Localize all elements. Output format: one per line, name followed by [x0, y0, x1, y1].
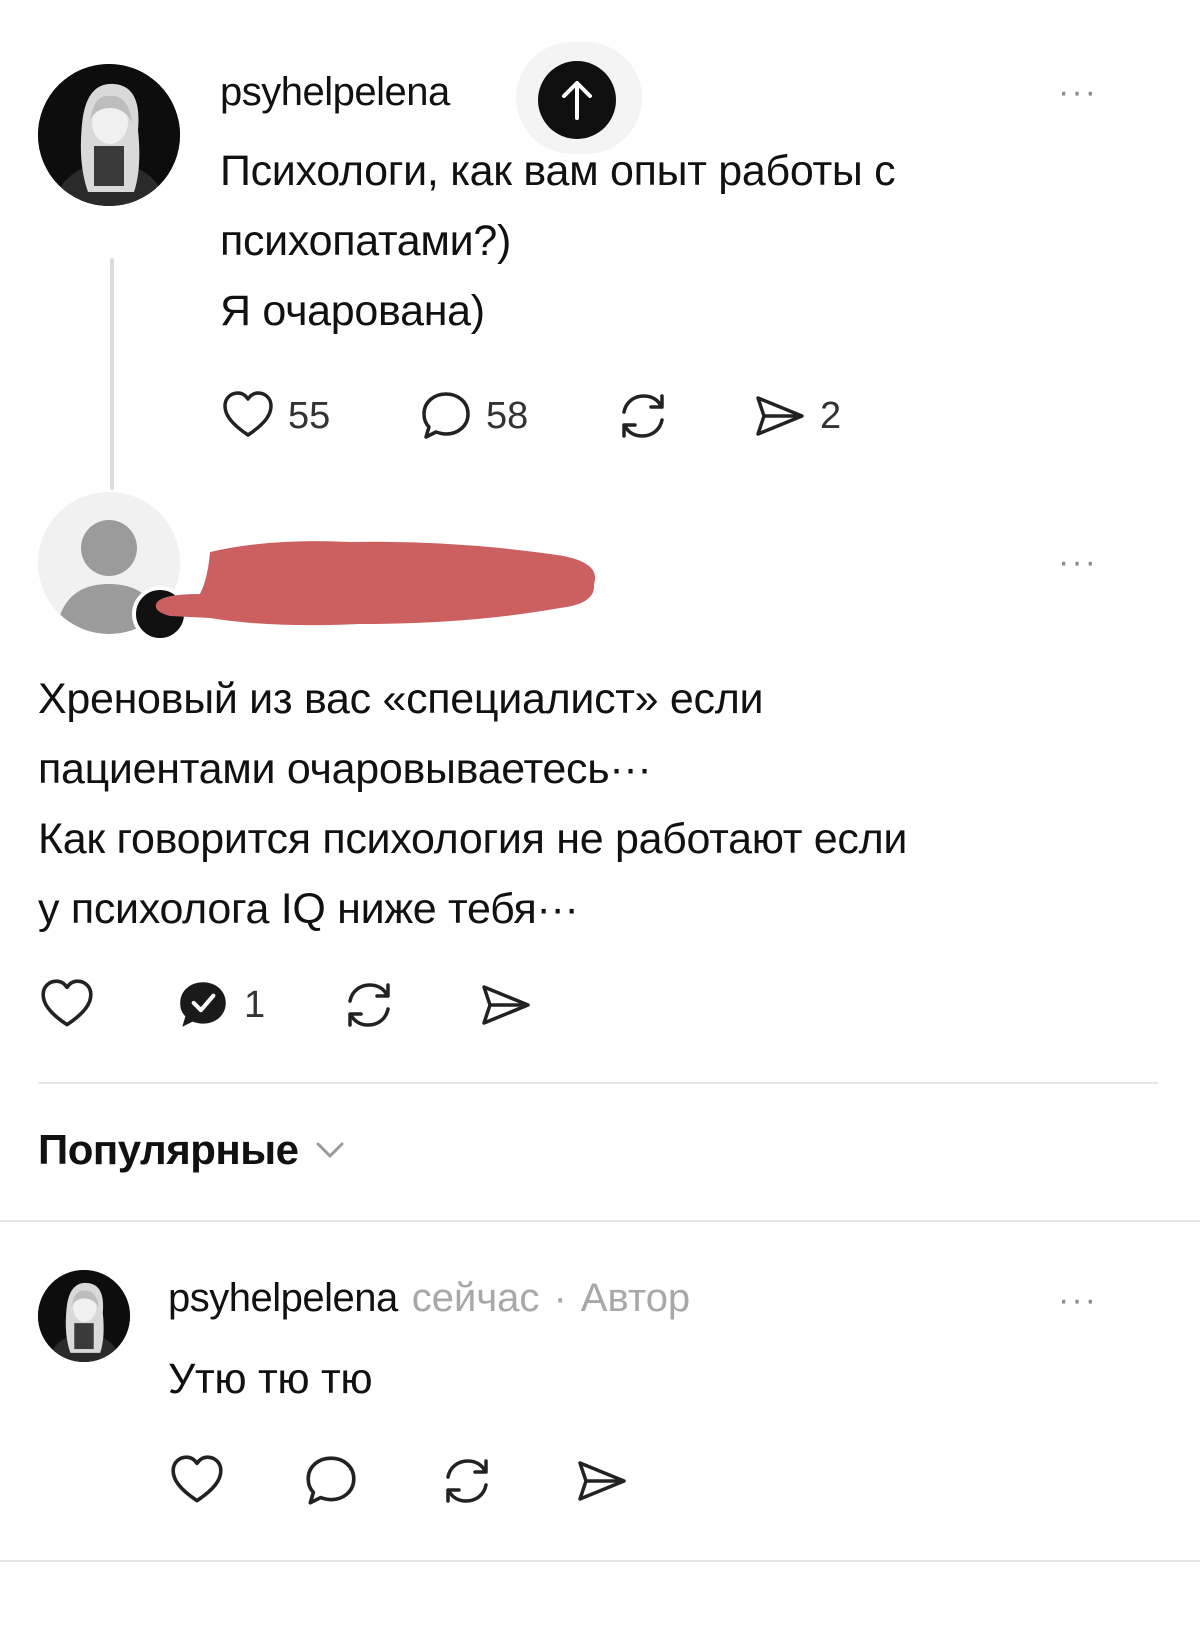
post-repost-button[interactable] — [614, 388, 672, 444]
heart-icon — [171, 1455, 223, 1503]
comment-time: сейчас — [411, 1276, 540, 1320]
reply-like-button[interactable] — [38, 976, 96, 1034]
comment-avatar[interactable] — [38, 1270, 130, 1362]
comment-repost-button[interactable] — [438, 1452, 496, 1510]
heart-icon — [41, 979, 93, 1027]
comment-count: 58 — [486, 394, 529, 437]
send-icon — [578, 1461, 626, 1501]
reply-share-button[interactable] — [476, 976, 534, 1034]
author-username[interactable]: psyhelpelena — [220, 70, 450, 115]
comment-text: Утю тю тю — [168, 1355, 373, 1403]
reply-line: Как говорится психология не работают есл… — [38, 815, 908, 863]
section-divider — [38, 1082, 1158, 1084]
author-avatar[interactable] — [38, 64, 180, 206]
sort-divider — [0, 1220, 1200, 1222]
post-line: психопатами?) — [220, 217, 512, 265]
comment-share-button[interactable] — [572, 1452, 630, 1510]
post-line: Я очарована) — [220, 287, 485, 335]
like-count: 55 — [288, 394, 331, 437]
send-icon — [756, 396, 804, 436]
thread-screen: psyhelpelena ··· Психологи, как вам опыт… — [0, 0, 1200, 1626]
post-share-button[interactable]: 2 — [750, 388, 841, 444]
comment-replied-icon — [180, 982, 226, 1027]
bottom-divider — [0, 1560, 1200, 1562]
reply-more-button[interactable]: ··· — [1058, 545, 1098, 579]
comment-like-button[interactable] — [168, 1452, 226, 1510]
comment-header: psyhelpelena сейчас · Автор — [168, 1276, 690, 1321]
reply-comment-button[interactable]: 1 — [174, 976, 265, 1034]
share-count: 2 — [820, 394, 842, 437]
post-comment-button[interactable]: 58 — [418, 388, 528, 444]
comment-bubble-icon — [306, 1456, 356, 1505]
reply-repost-button[interactable] — [340, 976, 398, 1034]
author-badge: Автор — [580, 1276, 691, 1320]
thread-connector — [110, 258, 114, 490]
comment-username[interactable]: psyhelpelena — [168, 1276, 398, 1321]
comment-reply-button[interactable] — [302, 1452, 360, 1510]
repost-icon — [622, 394, 664, 438]
send-icon — [482, 985, 530, 1025]
post-body: Психологи, как вам опыт работы с психопа… — [220, 136, 1140, 346]
reply-body: Хреновый из вас «специалист» если пациен… — [38, 664, 1158, 944]
post-like-button[interactable]: 55 — [220, 388, 330, 444]
comment-more-button[interactable]: ··· — [1058, 1283, 1098, 1317]
sort-label: Популярные — [38, 1126, 299, 1173]
heart-icon — [223, 391, 273, 437]
reply-line: Хреновый из вас «специалист» если — [38, 675, 764, 723]
comment-bubble-icon — [422, 392, 470, 439]
redacted-username — [150, 534, 602, 630]
reply-line: пациентами очаровываетесь··· — [38, 745, 652, 793]
repost-icon — [348, 983, 390, 1027]
chevron-down-icon — [316, 1142, 344, 1158]
reply-line: у психолога IQ ниже тебя··· — [38, 885, 579, 933]
repost-icon — [446, 1459, 488, 1503]
arrow-up-icon[interactable] — [538, 61, 616, 139]
post-line: Психологи, как вам опыт работы с — [220, 147, 896, 195]
meta-separator: · — [553, 1276, 567, 1320]
reply-comment-count: 1 — [244, 983, 266, 1026]
sort-dropdown[interactable]: Популярные — [38, 1126, 348, 1174]
post-more-button[interactable]: ··· — [1058, 75, 1098, 109]
